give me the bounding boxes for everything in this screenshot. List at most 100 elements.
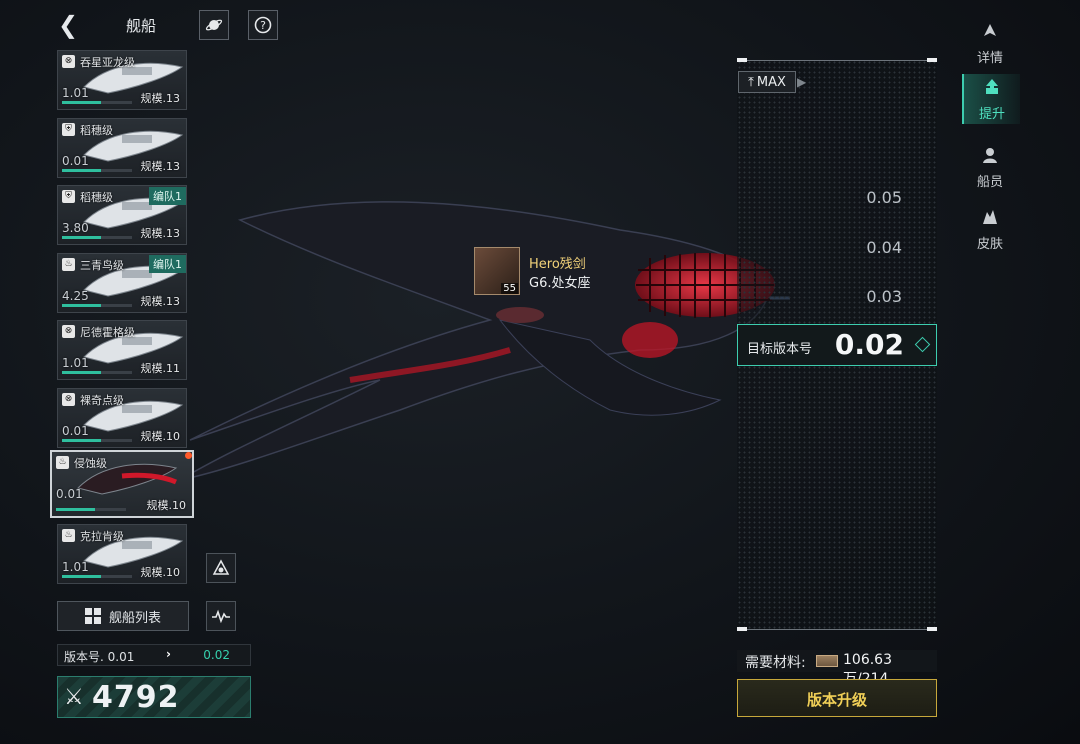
materials-row: 需要材料: 106.63万/214	[737, 650, 937, 687]
ship-progress-fill	[62, 101, 101, 104]
ship-card[interactable]: ⛨ 稻穗级 3.80 规模.13 编队1	[57, 185, 187, 245]
target-version-label: 目标版本号	[747, 342, 813, 357]
commander-level: 55	[501, 283, 518, 294]
current-version: 版本号. 0.01	[64, 650, 135, 664]
panel-corner	[737, 627, 747, 631]
flame-icon: ♨	[62, 258, 75, 271]
alert-dot	[185, 452, 192, 459]
ship-name: 三青鸟级	[80, 259, 124, 272]
pulse-icon	[212, 609, 230, 623]
version-option[interactable]: 0.03	[842, 287, 902, 306]
ship-name: 稻穗级	[80, 191, 113, 204]
ship-scale: 规模.10	[146, 499, 187, 512]
ship-list-label: 舰船列表	[108, 610, 161, 626]
ship-scale: 规模.10	[140, 566, 181, 579]
tab-upgrade[interactable]: 提升	[962, 74, 1020, 124]
ship-version: 0.01	[56, 487, 83, 501]
ship-name: 稻穗级	[80, 124, 113, 137]
version-option[interactable]: 0.04	[842, 238, 902, 257]
cross-circle-icon: ⊗	[62, 393, 75, 406]
back-button[interactable]: ❮	[58, 12, 82, 38]
stats-button[interactable]	[206, 601, 236, 631]
ship-card[interactable]: ♨ 侵蚀级 0.01 规模.10	[50, 450, 194, 518]
ship-card[interactable]: ⛨ 稻穗级 0.01 规模.13	[57, 118, 187, 178]
ship-progress-fill	[62, 371, 101, 374]
team-tag: 编队1	[149, 255, 186, 273]
commander-title: G6.处女座	[529, 276, 591, 291]
ship-progress-fill	[62, 304, 101, 307]
ship-version: 1.01	[62, 86, 89, 100]
ship-card[interactable]: ⊗ 吞星亚龙级 1.01 规模.13	[57, 50, 187, 110]
planet-button[interactable]	[199, 10, 229, 40]
ship-emblem-icon	[984, 24, 996, 36]
shield-icon: ⛨	[62, 190, 75, 203]
combat-power-bar: ⚔ 4792	[57, 676, 251, 718]
arrow-right-icon: ›	[166, 647, 171, 661]
skin-icon	[983, 210, 997, 224]
shield-icon: ⛨	[62, 123, 75, 136]
ship-scale: 规模.13	[140, 227, 181, 240]
tab-crew[interactable]: 船员	[962, 142, 1018, 192]
panel-corner	[927, 58, 937, 62]
panel-corner	[737, 58, 747, 62]
triangle-emblem-icon	[212, 559, 230, 575]
target-version-box[interactable]: 目标版本号 0.02	[737, 324, 937, 366]
ship-name: 尼德霍格级	[80, 326, 135, 339]
next-version: 0.02	[203, 648, 230, 662]
tab-label: 船员	[976, 175, 1003, 190]
cross-circle-icon: ⊗	[62, 55, 75, 68]
ship-progress-bar	[62, 236, 132, 239]
max-label: MAX	[756, 74, 786, 90]
panel-corner	[927, 627, 937, 631]
play-arrow-icon: ▶	[797, 75, 807, 89]
tab-label: 提升	[978, 107, 1005, 122]
arrow-to-top-icon: ⤒	[748, 74, 754, 90]
commander-name: Hero残剑	[529, 257, 586, 272]
ship-card[interactable]: ⊗ 裸奇点级 0.01 规模.10	[57, 388, 187, 448]
ship-progress-bar	[62, 371, 132, 374]
ship-progress-bar	[62, 169, 132, 172]
ship-card[interactable]: ♨ 克拉肯级 1.01 规模.10	[57, 524, 187, 584]
ship-name: 吞星亚龙级	[80, 56, 135, 69]
tab-skins[interactable]: 皮肤	[962, 204, 1018, 254]
version-row: 版本号. 0.01 › 0.02	[57, 644, 251, 666]
fleet-type-button[interactable]	[206, 553, 236, 583]
commander-avatar[interactable]: 55	[474, 247, 520, 295]
ship-render	[179, 201, 790, 481]
ship-version: 1.01	[62, 356, 89, 370]
flame-icon: ♨	[56, 456, 69, 469]
crew-icon	[983, 148, 997, 163]
max-button[interactable]: ⤒ MAX	[738, 71, 796, 93]
ship-progress-fill	[62, 236, 101, 239]
ship-progress-fill	[56, 508, 95, 511]
ship-scale: 规模.13	[140, 92, 181, 105]
ship-progress-bar	[62, 439, 132, 442]
ship-progress-fill	[62, 439, 101, 442]
ship-card[interactable]: ⊗ 尼德霍格级 1.01 规模.11	[57, 320, 187, 380]
help-icon: ?	[254, 16, 272, 34]
ship-progress-fill	[62, 575, 101, 578]
materials-label: 需要材料:	[745, 655, 806, 671]
version-upgrade-button[interactable]: 版本升级	[737, 679, 937, 717]
panel-bottom-border	[737, 629, 937, 630]
target-version-value: 0.02	[834, 328, 904, 361]
ship-card[interactable]: ♨ 三青鸟级 4.25 规模.13 编队1	[57, 253, 187, 313]
diamond-icon	[914, 336, 931, 353]
crossed-swords-icon: ⚔	[64, 685, 84, 710]
ship-version: 0.01	[62, 154, 89, 168]
crate-icon	[816, 655, 838, 667]
help-button[interactable]: ?	[248, 10, 278, 40]
tab-label: 详情	[976, 51, 1003, 66]
ship-version: 0.01	[62, 424, 89, 438]
ship-scale: 规模.13	[140, 160, 181, 173]
tab-details[interactable]: 详情	[962, 18, 1018, 68]
upgrade-arrows-icon	[986, 79, 998, 94]
tab-label: 皮肤	[976, 237, 1003, 252]
version-option[interactable]: 0.05	[842, 188, 902, 207]
ship-name: 克拉肯级	[80, 530, 124, 543]
ship-progress-fill	[62, 169, 101, 172]
ship-progress-bar	[62, 101, 132, 104]
grid-icon	[84, 608, 101, 624]
ship-list-button[interactable]: 舰船列表	[57, 601, 189, 631]
ship-name: 侵蚀级	[74, 457, 107, 470]
